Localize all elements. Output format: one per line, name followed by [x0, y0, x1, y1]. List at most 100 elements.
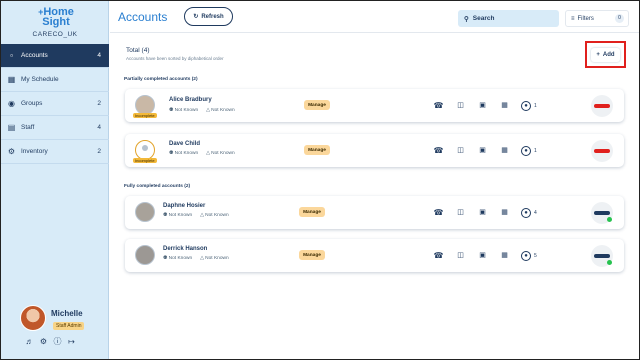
sidebar-item-my-schedule[interactable]: ▦ My Schedule: [1, 68, 109, 92]
filter-icon: ≡: [571, 15, 575, 22]
staff-icon: ▤: [7, 123, 16, 132]
sidebar-item-label: Inventory: [21, 148, 48, 155]
account-name[interactable]: Alice Bradbury: [169, 97, 212, 103]
account-name[interactable]: Dave Child: [169, 141, 200, 147]
device-status[interactable]: [591, 95, 613, 117]
message-icon[interactable]: ◫: [455, 207, 466, 218]
account-actions: ☎ ◫ ▣ ▦ ● 4: [433, 196, 549, 229]
sidebar-item-inventory[interactable]: ⚙ Inventory 2: [1, 140, 109, 164]
homesight-logo[interactable]: +Home Sight: [31, 7, 81, 28]
account-meta: ⚉ Not Known △ Not Known: [163, 213, 229, 218]
calendar-icon[interactable]: ▦: [499, 250, 510, 261]
calendar-icon: ▦: [7, 75, 16, 84]
add-highlight: + Add: [585, 41, 626, 68]
account-card[interactable]: Derrick Hanson ⚉ Not Known △ Not Known M…: [125, 239, 624, 272]
sidebar-item-staff[interactable]: ▤ Staff 4: [1, 116, 109, 140]
account-card[interactable]: Incomplete Dave Child ⚉ Not Known △ Not …: [125, 134, 624, 167]
profile-actions: ♬ ⚙ ⓘ ↦: [25, 337, 76, 346]
page-title: Accounts: [118, 10, 168, 24]
sort-note: Accounts have been sorted by diphabetica…: [126, 56, 224, 61]
account-card[interactable]: Daphne Hosier ⚉ Not Known △ Not Known Ma…: [125, 196, 624, 229]
person-icon: ●: [521, 100, 531, 111]
status-icon: △: [200, 256, 204, 261]
avatar: [135, 245, 155, 265]
care-circle[interactable]: ● 4: [521, 207, 537, 218]
add-label: Add: [602, 52, 615, 58]
care-circle[interactable]: ● 5: [521, 250, 537, 261]
account-name[interactable]: Daphne Hosier: [163, 203, 205, 209]
circle-count: 1: [534, 102, 537, 109]
sidebar-item-label: Accounts: [21, 52, 48, 59]
search-input[interactable]: ⚲ Search: [458, 10, 559, 27]
message-icon[interactable]: ◫: [455, 250, 466, 261]
medication-icon[interactable]: ▣: [477, 207, 488, 218]
refresh-label: Refresh: [201, 13, 224, 20]
sidebar-item-accounts[interactable]: ▫ Accounts 4: [1, 44, 109, 68]
message-icon[interactable]: ◫: [455, 145, 466, 156]
account-name[interactable]: Derrick Hanson: [163, 246, 207, 252]
phone-icon[interactable]: ☎: [433, 207, 444, 218]
avatar: [135, 202, 155, 222]
medication-icon[interactable]: ▣: [477, 250, 488, 261]
account-actions: ☎ ◫ ▣ ▦ ● 1: [433, 89, 549, 122]
care-circle[interactable]: ● 1: [521, 145, 537, 156]
sidebar-item-count: 2: [97, 148, 101, 155]
phone-icon[interactable]: ☎: [433, 250, 444, 261]
message-icon[interactable]: ◫: [455, 100, 466, 111]
avatar[interactable]: [20, 305, 46, 331]
refresh-button[interactable]: ↻ Refresh: [184, 7, 233, 26]
device-status[interactable]: [591, 140, 613, 162]
person-icon: ●: [521, 250, 531, 261]
logout-icon[interactable]: ↦: [67, 337, 76, 346]
sidebar-item-label: Groups: [21, 100, 43, 107]
medication-icon[interactable]: ▣: [477, 100, 488, 111]
account-card[interactable]: Incomplete Alice Bradbury ⚉ Not Known △ …: [125, 89, 624, 122]
plus-icon: +: [596, 52, 600, 58]
status-icon: △: [200, 213, 204, 218]
groups-icon: ◉: [8, 99, 15, 108]
sidebar-item-groups[interactable]: ◉ Groups 2: [1, 92, 109, 116]
total-count: Total (4): [126, 47, 150, 54]
calendar-icon[interactable]: ▦: [499, 100, 510, 111]
help-icon[interactable]: ⓘ: [53, 337, 62, 346]
sidebar-nav: ▫ Accounts 4 ▦ My Schedule ◉ Groups 2 ▤ …: [1, 44, 109, 164]
online-indicator: [607, 260, 612, 265]
status-value: Not Known: [205, 256, 229, 261]
device-status[interactable]: [591, 202, 613, 224]
calendar-icon[interactable]: ▦: [499, 207, 510, 218]
phone-icon[interactable]: ☎: [433, 100, 444, 111]
phone-icon[interactable]: ☎: [433, 145, 444, 156]
gender-icon: ⚉: [163, 213, 168, 218]
person-icon: ●: [521, 207, 531, 218]
manage-button[interactable]: Manage: [304, 145, 330, 155]
account-meta: ⚉ Not Known △ Not Known: [169, 151, 235, 156]
device-icon: [594, 211, 610, 215]
accounts-icon: ▫: [10, 51, 13, 60]
filters-label: Filters: [577, 15, 594, 22]
gender-value: Not Known: [174, 108, 199, 113]
logo-line2: Sight: [42, 16, 70, 28]
care-circle[interactable]: ● 1: [521, 100, 537, 111]
gender-value: Not Known: [174, 151, 199, 156]
status-icon: △: [206, 151, 210, 156]
status-value: Not Known: [205, 213, 229, 218]
manage-button[interactable]: Manage: [304, 100, 330, 110]
bell-icon[interactable]: ♬: [25, 337, 34, 346]
avatar-placeholder: [135, 140, 155, 160]
sidebar-item-count: 4: [97, 52, 101, 59]
manage-button[interactable]: Manage: [299, 250, 325, 260]
medication-icon[interactable]: ▣: [477, 145, 488, 156]
add-button[interactable]: + Add: [591, 48, 620, 62]
gender-value: Not Known: [168, 256, 193, 261]
gender-icon: ⚉: [163, 256, 168, 261]
device-status[interactable]: [591, 245, 613, 267]
manage-button[interactable]: Manage: [299, 207, 325, 217]
account-actions: ☎ ◫ ▣ ▦ ● 5: [433, 239, 549, 272]
filters-button[interactable]: ≡ Filters 0: [565, 10, 629, 27]
gear-icon[interactable]: ⚙: [39, 337, 48, 346]
filters-count: 0: [615, 14, 624, 23]
gender-icon: ⚉: [169, 108, 174, 113]
org-name: CARECO_UK: [32, 31, 78, 38]
incomplete-badge: Incomplete: [133, 158, 157, 163]
calendar-icon[interactable]: ▦: [499, 145, 510, 156]
